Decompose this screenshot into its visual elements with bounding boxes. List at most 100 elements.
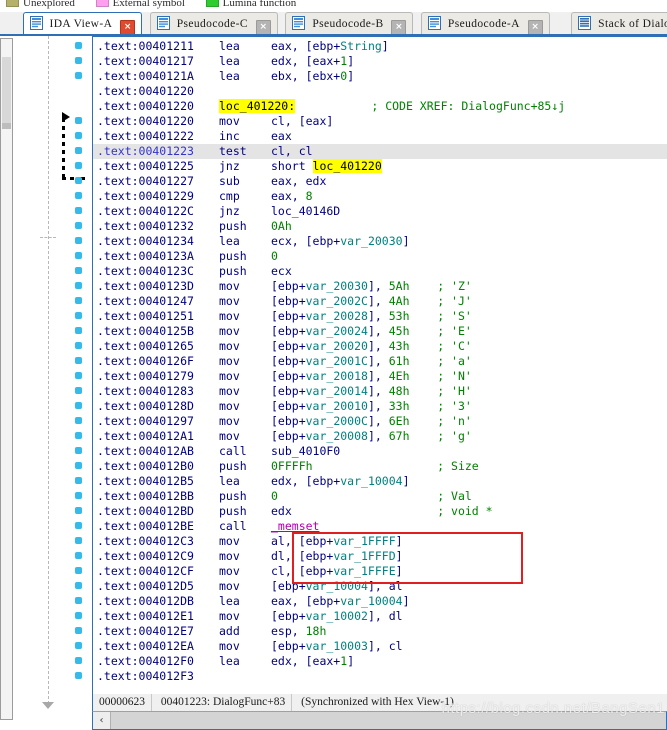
breakpoint-dot-icon[interactable] bbox=[75, 57, 82, 64]
disassembly-row[interactable]: .text:004012C3 mov al, [ebp+var_1FFFF] bbox=[93, 534, 667, 549]
breakpoint-dot-icon[interactable] bbox=[75, 537, 82, 544]
breakpoint-dot-icon[interactable] bbox=[75, 297, 82, 304]
disassembly-row[interactable]: .text:00401211 lea eax, [ebp+String] bbox=[93, 39, 667, 54]
breakpoint-dot-icon[interactable] bbox=[75, 117, 82, 124]
disassembly-row[interactable]: .text:004012A1 mov [ebp+var_20008], 67h ; … bbox=[93, 429, 667, 444]
breakpoint-dot-icon[interactable] bbox=[75, 147, 82, 154]
disassembly-row[interactable]: .text:004012E1 mov [ebp+var_10002], dl bbox=[93, 609, 667, 624]
breakpoint-dot-icon[interactable] bbox=[75, 612, 82, 619]
breakpoint-dot-icon[interactable] bbox=[75, 222, 82, 229]
breakpoint-dot-icon[interactable] bbox=[75, 657, 82, 664]
disassembly-row[interactable]: .text:00401279 mov [ebp+var_20018], 4Eh ; … bbox=[93, 369, 667, 384]
code-listing[interactable]: .text:00401211 lea eax, [ebp+String] .text:… bbox=[92, 36, 667, 698]
breakpoint-dot-icon[interactable] bbox=[75, 552, 82, 559]
breakpoint-dot-icon[interactable] bbox=[75, 132, 82, 139]
disassembly-row[interactable]: .text:0040122C jnz loc_40146D bbox=[93, 204, 667, 219]
breakpoint-dot-icon[interactable] bbox=[75, 237, 82, 244]
breakpoint-dot-icon[interactable] bbox=[75, 72, 82, 79]
horizontal-scrollbar[interactable]: ‹ bbox=[92, 711, 667, 730]
breakpoint-dot-icon[interactable] bbox=[75, 627, 82, 634]
breakpoint-dot-icon[interactable] bbox=[75, 672, 82, 679]
breakpoint-dot-icon[interactable] bbox=[75, 387, 82, 394]
disassembly-row[interactable]: .text:004012DB lea eax, [ebp+var_10004] bbox=[93, 594, 667, 609]
disassembly-row[interactable]: .text:0040123D mov [ebp+var_20030], 5Ah ; … bbox=[93, 279, 667, 294]
breakpoint-dot-icon[interactable] bbox=[75, 522, 82, 529]
disassembly-row[interactable]: .text:00401220 loc_401220: ; CODE XREF: D… bbox=[93, 99, 667, 114]
tab-stack-of-dialogfunc[interactable]: Stack of DialogF bbox=[571, 12, 667, 34]
breakpoint-dot-icon[interactable] bbox=[75, 312, 82, 319]
disassembly-row[interactable]: .text:004012B0 push 0FFFFh ; Size bbox=[93, 459, 667, 474]
breakpoint-dot-icon[interactable] bbox=[75, 207, 82, 214]
disassembly-row[interactable]: .text:00401283 mov [ebp+var_20014], 48h ; … bbox=[93, 384, 667, 399]
disassembly-row[interactable]: .text:00401225 jnz short loc_401220 bbox=[93, 159, 667, 174]
disassembly-row[interactable]: .text:00401234 lea ecx, [ebp+var_20030] bbox=[93, 234, 667, 249]
disassembly-row[interactable]: .text:0040121A lea ebx, [ebx+0] bbox=[93, 69, 667, 84]
breakpoint-dot-icon[interactable] bbox=[75, 357, 82, 364]
close-icon[interactable]: × bbox=[527, 20, 543, 34]
row-operand[interactable]: _memset bbox=[271, 519, 319, 533]
disassembly-row[interactable]: .text:004012E7 add esp, 18h bbox=[93, 624, 667, 639]
breakpoint-dot-icon[interactable] bbox=[75, 417, 82, 424]
breakpoint-dot-icon[interactable] bbox=[75, 192, 82, 199]
close-icon[interactable]: × bbox=[391, 20, 407, 34]
disassembly-row[interactable]: .text:004012AB call sub_4010F0 bbox=[93, 444, 667, 459]
disassembly-row[interactable]: .text:004012B5 lea edx, [ebp+var_10004] bbox=[93, 474, 667, 489]
breakpoint-dot-icon[interactable] bbox=[75, 162, 82, 169]
breakpoint-dot-icon[interactable] bbox=[75, 252, 82, 259]
disassembly-row[interactable]: .text:00401222 inc eax bbox=[93, 129, 667, 144]
disassembly-row[interactable]: .text:00401247 mov [ebp+var_2002C], 4Ah ; … bbox=[93, 294, 667, 309]
breakpoint-dot-icon[interactable] bbox=[75, 462, 82, 469]
disassembly-row[interactable]: .text:00401251 mov [ebp+var_20028], 53h ; … bbox=[93, 309, 667, 324]
breakpoint-dot-icon[interactable] bbox=[75, 402, 82, 409]
disassembly-row[interactable]: .text:0040125B mov [ebp+var_20024], 45h ; … bbox=[93, 324, 667, 339]
close-icon[interactable]: × bbox=[120, 20, 136, 34]
breakpoint-dot-icon[interactable] bbox=[75, 177, 82, 184]
row-label[interactable]: loc_401220: bbox=[219, 99, 296, 113]
disassembly-row[interactable]: .text:00401223 test cl, cl bbox=[93, 144, 667, 159]
breakpoint-dot-icon[interactable] bbox=[75, 567, 82, 574]
disassembly-row[interactable]: .text:004012CF mov cl, [ebp+var_1FFFE] bbox=[93, 564, 667, 579]
disassembly-row[interactable]: .text:004012EA mov [ebp+var_10003], cl bbox=[93, 639, 667, 654]
disassembly-row[interactable]: .text:004012C9 mov dl, [ebp+var_1FFFD] bbox=[93, 549, 667, 564]
disassembly-row[interactable]: .text:0040123C push ecx bbox=[93, 264, 667, 279]
disassembly-row[interactable]: .text:00401217 lea edx, [eax+1] bbox=[93, 54, 667, 69]
disassembly-row[interactable]: .text:004012BD push edx ; void * bbox=[93, 504, 667, 519]
row-operand[interactable]: sub_4010F0 bbox=[271, 444, 340, 458]
disassembly-row[interactable]: .text:004012BE call _memset bbox=[93, 519, 667, 534]
disassembly-row[interactable]: .text:00401220 mov cl, [eax] bbox=[93, 114, 667, 129]
breakpoint-dot-icon[interactable] bbox=[75, 597, 82, 604]
disassembly-row[interactable]: .text:00401229 cmp eax, 8 bbox=[93, 189, 667, 204]
breakpoint-dot-icon[interactable] bbox=[75, 477, 82, 484]
breakpoint-dot-icon[interactable] bbox=[75, 267, 82, 274]
row-operand[interactable]: loc_401220 bbox=[312, 159, 382, 173]
disassembly-row[interactable]: .text:00401227 sub eax, edx bbox=[93, 174, 667, 189]
disassembly-row[interactable]: .text:00401232 push 0Ah bbox=[93, 219, 667, 234]
disassembly-row[interactable]: .text:00401265 mov [ebp+var_20020], 43h ; … bbox=[93, 339, 667, 354]
tab-pseudocode-a[interactable]: Pseudocode-A × bbox=[421, 12, 550, 34]
breakpoint-dot-icon[interactable] bbox=[75, 282, 82, 289]
disassembly-row[interactable]: .text:00401297 mov [ebp+var_2000C], 6Eh ; … bbox=[93, 414, 667, 429]
tab-pseudocode-b[interactable]: Pseudocode-B × bbox=[285, 12, 414, 34]
breakpoint-dot-icon[interactable] bbox=[75, 582, 82, 589]
disassembly-row[interactable]: .text:004012F0 lea edx, [eax+1] bbox=[93, 654, 667, 669]
disassembly-row[interactable]: .text:00401220 bbox=[93, 84, 667, 99]
tab-pseudocode-c[interactable]: Pseudocode-C × bbox=[149, 12, 278, 34]
disassembly-row[interactable]: .text:004012F3 bbox=[93, 669, 667, 684]
breakpoint-dot-icon[interactable] bbox=[75, 342, 82, 349]
scroll-left-arrow-icon[interactable]: ‹ bbox=[93, 712, 111, 729]
disassembly-row[interactable]: .text:0040126F mov [ebp+var_2001C], 61h ; … bbox=[93, 354, 667, 369]
breakpoint-dot-icon[interactable] bbox=[75, 327, 82, 334]
disassembly-row[interactable]: .text:004012BB push 0 ; Val bbox=[93, 489, 667, 504]
breakpoint-dot-icon[interactable] bbox=[75, 447, 82, 454]
breakpoint-dot-icon[interactable] bbox=[75, 492, 82, 499]
disassembly-row[interactable]: .text:004012D5 mov [ebp+var_10004], al bbox=[93, 579, 667, 594]
row-operand[interactable]: loc_40146D bbox=[271, 204, 340, 218]
breakpoint-dot-icon[interactable] bbox=[75, 642, 82, 649]
breakpoint-dot-icon[interactable] bbox=[75, 42, 82, 49]
breakpoint-dot-icon[interactable] bbox=[75, 372, 82, 379]
disassembly-row[interactable]: .text:0040128D mov [ebp+var_20010], 33h ; … bbox=[93, 399, 667, 414]
close-icon[interactable]: × bbox=[255, 20, 271, 34]
disassembly-row[interactable]: .text:0040123A push 0 bbox=[93, 249, 667, 264]
breakpoint-dot-icon[interactable] bbox=[75, 507, 82, 514]
navigator-strip[interactable] bbox=[0, 38, 13, 720]
